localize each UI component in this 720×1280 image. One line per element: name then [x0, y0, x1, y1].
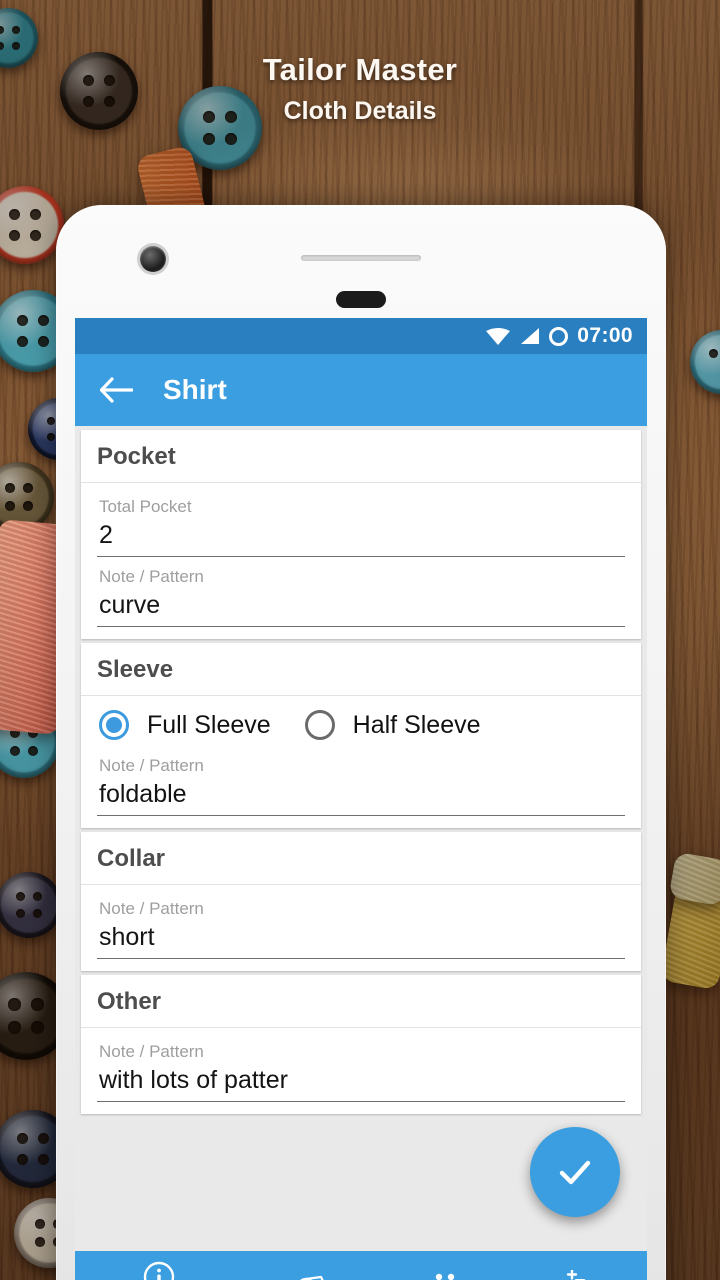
- info-icon: [143, 1261, 175, 1280]
- card-collar: Collar Note / Pattern short: [81, 832, 641, 971]
- back-arrow-icon[interactable]: [99, 377, 133, 403]
- radio-label: Half Sleeve: [352, 710, 481, 739]
- front-camera-icon: [140, 246, 166, 272]
- field-pocket-note: Note / Pattern curve: [97, 563, 625, 627]
- sensor-strip: [336, 291, 386, 308]
- status-time: 07:00: [577, 324, 633, 347]
- check-icon: [559, 1160, 591, 1185]
- sleeve-radio-group: Full Sleeve Half Sleeve: [97, 700, 625, 746]
- field-total-pocket: Total Pocket 2: [97, 493, 625, 557]
- field-input[interactable]: short: [97, 921, 625, 959]
- card-other: Other Note / Pattern with lots of patter: [81, 975, 641, 1114]
- field-input[interactable]: curve: [97, 589, 625, 627]
- banner: Tailor Master Cloth Details: [0, 52, 720, 126]
- radio-selected-icon[interactable]: [99, 710, 129, 740]
- signal-icon: [521, 328, 540, 344]
- bottom-navigation: Cloth details: [75, 1251, 647, 1280]
- phone-screen: 07:00 Shirt Pocket Total Pocket 2 Note /…: [75, 318, 647, 1280]
- wifi-icon: [486, 327, 511, 345]
- page-title: Shirt: [163, 374, 227, 405]
- radio-half-sleeve[interactable]: Half Sleeve: [304, 710, 481, 740]
- field-label: Note / Pattern: [99, 567, 204, 586]
- button-prop: [0, 872, 62, 938]
- radio-full-sleeve[interactable]: Full Sleeve: [99, 710, 271, 740]
- screenshot-root: Tailor Master Cloth Details 07:00 Shirt: [0, 0, 720, 1280]
- card-sleeve: Sleeve Full Sleeve Half Sleeve Note / Pa…: [81, 643, 641, 828]
- button-prop: [0, 186, 64, 264]
- radio-label: Full Sleeve: [147, 710, 271, 739]
- app-title: Tailor Master: [262, 52, 458, 87]
- card-title: Sleeve: [81, 643, 641, 696]
- people-icon: [435, 1273, 455, 1280]
- card-title: Collar: [81, 832, 641, 885]
- add-photo-icon: [566, 1269, 586, 1280]
- earpiece-speaker: [301, 255, 421, 261]
- field-label: Note / Pattern: [99, 899, 204, 918]
- measuring-tape-icon: [299, 1275, 324, 1280]
- card-title: Other: [81, 975, 641, 1028]
- radio-unselected-icon[interactable]: [304, 710, 335, 740]
- field-label: Total Pocket: [99, 497, 192, 516]
- field-input[interactable]: with lots of patter: [97, 1064, 625, 1102]
- circle-icon: [549, 326, 569, 346]
- card-title: Pocket: [81, 430, 641, 483]
- app-subtitle: Cloth Details: [283, 97, 437, 125]
- field-collar-note: Note / Pattern short: [97, 895, 625, 959]
- nav-item-add-photo[interactable]: [512, 1251, 647, 1280]
- card-pocket: Pocket Total Pocket 2 Note / Pattern cur…: [81, 430, 641, 639]
- status-bar: 07:00: [75, 318, 647, 354]
- button-prop: [690, 330, 720, 394]
- phone-mockup: 07:00 Shirt Pocket Total Pocket 2 Note /…: [56, 205, 666, 1280]
- field-label: Note / Pattern: [99, 756, 204, 775]
- field-input[interactable]: 2: [97, 519, 625, 557]
- nav-item-measurements[interactable]: [243, 1251, 378, 1280]
- save-fab-button[interactable]: [530, 1127, 620, 1217]
- field-label: Note / Pattern: [99, 1042, 204, 1061]
- field-other-note: Note / Pattern with lots of patter: [97, 1038, 625, 1102]
- field-sleeve-note: Note / Pattern foldable: [97, 752, 625, 816]
- nav-item-cloth-details[interactable]: Cloth details: [75, 1251, 243, 1280]
- nav-item-customers[interactable]: [378, 1251, 513, 1280]
- field-input[interactable]: foldable: [97, 778, 625, 816]
- app-bar: Shirt: [75, 354, 647, 426]
